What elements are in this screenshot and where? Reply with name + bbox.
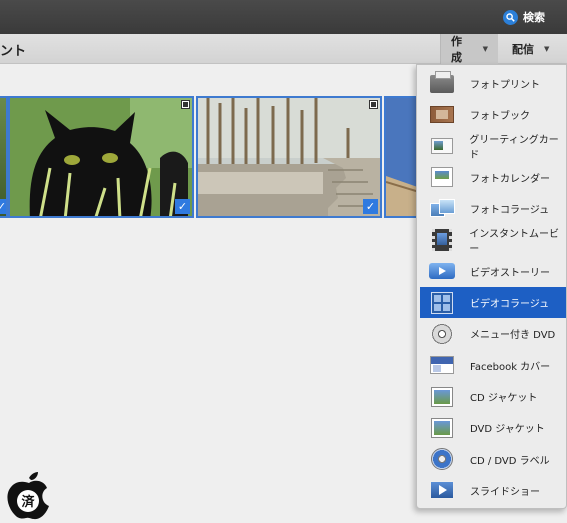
share-button[interactable]: 配信 ▼ — [502, 34, 567, 64]
cactus-photo — [198, 98, 380, 216]
menu-item[interactable]: フォトコラージュ — [420, 193, 566, 224]
cat-photo — [10, 98, 192, 216]
menu-item[interactable]: インスタントムービー — [420, 225, 566, 256]
menu-item[interactable]: ビデオストーリー — [420, 256, 566, 287]
chevron-down-icon: ▼ — [482, 45, 488, 53]
search-label: 検索 — [523, 11, 545, 24]
menu-item-label: グリーティングカード — [469, 135, 559, 162]
menu-item[interactable]: フォトブック — [420, 99, 566, 130]
photo-book-icon — [429, 104, 455, 126]
create-label: 作成 — [451, 35, 462, 64]
menu-item-label: DVD ジャケット — [470, 424, 545, 436]
menu-item-label: ビデオコラージュ — [470, 299, 550, 311]
video-story-icon — [429, 260, 455, 282]
menu-item-label: フォトプリント — [470, 80, 540, 91]
photo-thumbnail[interactable]: ✓ — [196, 96, 382, 218]
calendar-icon — [429, 166, 455, 188]
menu-item[interactable]: CD / DVD ラベル — [420, 444, 566, 475]
printer-icon — [429, 70, 455, 95]
share-label: 配信 — [512, 43, 534, 56]
dvd-jacket-icon — [429, 417, 455, 439]
menu-item-label: CD ジャケット — [470, 393, 538, 404]
menu-item-label: フォトブック — [470, 111, 530, 123]
menu-item-label: インスタントムービー — [469, 229, 560, 255]
film-icon — [181, 100, 190, 109]
greeting-card-icon — [429, 135, 454, 157]
menu-item[interactable]: CD ジャケット — [420, 381, 566, 412]
photo-thumbnail[interactable]: ✓ — [8, 96, 194, 218]
video-collage-icon — [429, 291, 455, 314]
checkmark-icon: ✓ — [175, 199, 190, 214]
menu-item-label: スライドショー — [470, 486, 540, 498]
film-icon — [429, 229, 454, 251]
menu-item[interactable]: フォトプリント — [420, 68, 566, 99]
photo-thumbnail[interactable]: ✓ — [0, 96, 8, 218]
menu-item-label: ビデオストーリー — [470, 267, 550, 279]
cd-jacket-icon — [429, 386, 455, 408]
apple-logo-watermark: 済 — [4, 470, 54, 520]
slideshow-icon — [429, 479, 455, 501]
checkmark-icon: ✓ — [363, 199, 378, 214]
film-icon — [369, 100, 378, 109]
photo-collage-icon — [429, 198, 455, 220]
search-button[interactable]: 検索 — [503, 8, 545, 26]
menu-item-label: メニュー付き DVD — [470, 330, 556, 342]
menu-item[interactable]: フォトカレンダー — [420, 162, 566, 193]
menu-item[interactable]: Facebook カバー — [420, 350, 566, 381]
top-toolbar: 検索 — [0, 0, 567, 34]
create-button[interactable]: 作成 ▼ — [440, 34, 498, 64]
menu-item-label: フォトコラージュ — [470, 205, 550, 217]
menu-item[interactable]: DVD ジャケット — [420, 412, 566, 443]
menu-item[interactable]: ビデオコラージュ — [420, 287, 566, 319]
watermark-text: 済 — [21, 494, 35, 510]
menu-item-label: Facebook カバー — [470, 361, 551, 373]
title-bar: ント 作成 ▼ 配信 ▼ — [0, 34, 567, 64]
disc-label-icon — [429, 448, 455, 471]
chevron-down-icon: ▼ — [544, 45, 550, 53]
menu-item-label: CD / DVD ラベル — [470, 455, 550, 467]
search-icon — [503, 9, 518, 25]
menu-item-label: フォトカレンダー — [470, 173, 550, 185]
menu-item[interactable]: メニュー付き DVD — [420, 318, 566, 349]
create-menu: フォトプリント フォトブックグリーティングカードフォトカレンダー フォトコラージュイ… — [416, 64, 567, 509]
facebook-cover-icon — [429, 354, 455, 376]
menu-item[interactable]: スライドショー — [420, 475, 566, 506]
checkmark-icon: ✓ — [0, 199, 6, 214]
dvd-icon — [429, 322, 455, 345]
menu-item[interactable]: グリーティングカード — [420, 131, 566, 162]
page-title: ント — [0, 44, 27, 59]
